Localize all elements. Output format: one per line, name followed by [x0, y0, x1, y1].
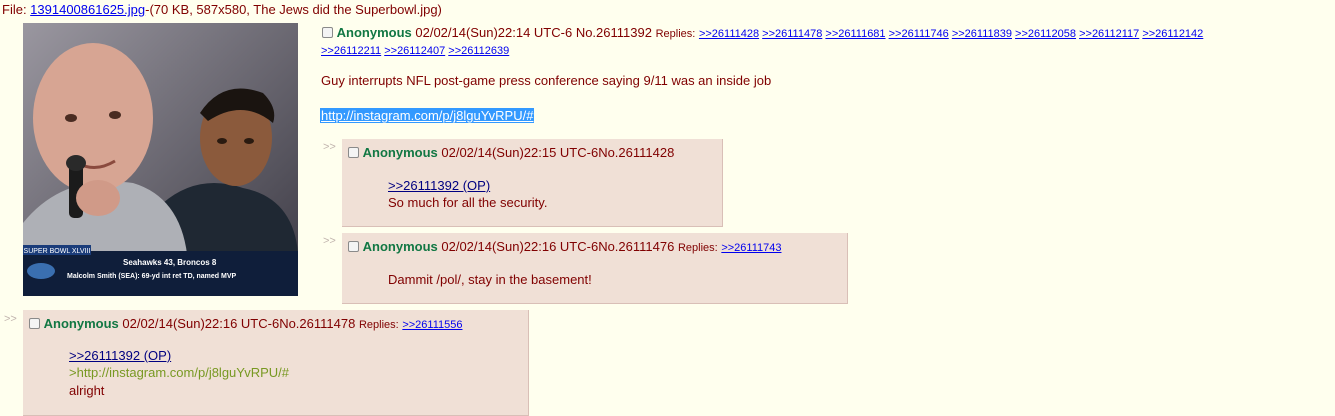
- reply-backlink[interactable]: >>26111743: [721, 242, 781, 254]
- op-message: Guy interrupts NFL post-game press confe…: [321, 73, 772, 88]
- reply-backlink[interactable]: >>26112058: [1015, 28, 1076, 40]
- reply-backlink[interactable]: >>26111839: [952, 28, 1012, 40]
- reply-backlink[interactable]: >>26112117: [1079, 28, 1139, 40]
- chyron-caption: Malcolm Smith (SEA): 69-yd int ret TD, n…: [67, 273, 237, 280]
- op-datetime: 02/02/14(Sun)22:14 UTC-6: [415, 25, 573, 40]
- reply-backlink[interactable]: >>26111746: [889, 28, 949, 40]
- op-replies-label: Replies:: [655, 28, 696, 40]
- reply-backlink[interactable]: >>26111478: [762, 28, 822, 40]
- thumbnail-photo: SUPER BOWL XLVIII Seahawks 43, Broncos 8…: [23, 23, 298, 296]
- reply-select-checkbox[interactable]: [348, 147, 359, 158]
- file-details: -(70 KB, 587x580, The Jews did the Super…: [145, 2, 442, 17]
- quote-link[interactable]: >>26111392 (OP): [388, 178, 490, 193]
- reply-select-checkbox[interactable]: [348, 241, 359, 252]
- reply-post-number[interactable]: No.26111478: [279, 316, 355, 331]
- reply-post-number[interactable]: No.26111428: [598, 145, 674, 160]
- reply-arrow: >>: [323, 235, 336, 247]
- file-link[interactable]: 1391400861625.jpg: [30, 2, 145, 17]
- reply-poster-name: Anonymous: [362, 239, 438, 254]
- reply-backlink[interactable]: >>26111681: [825, 28, 885, 40]
- reply-text: Dammit /pol/, stay in the basement!: [388, 272, 592, 287]
- reply-post-number[interactable]: No.26111476: [598, 239, 674, 254]
- op-header: Anonymous 02/02/14(Sun)22:14 UTC-6 No.26…: [322, 24, 1332, 43]
- reply-text: So much for all the security.: [388, 195, 548, 210]
- chyron-score: Seahawks 43, Broncos 8: [123, 258, 217, 267]
- op-poster-name: Anonymous: [336, 25, 412, 40]
- greentext-line: >http://instagram.com/p/j8lguYvRPU/#: [69, 365, 290, 380]
- reply-header: Anonymous 02/02/14(Sun)22:16 UTC-6No.261…: [29, 316, 462, 331]
- reply-replies-label: Replies:: [677, 242, 718, 254]
- reply-datetime: 02/02/14(Sun)22:16 UTC-6: [122, 316, 280, 331]
- reply-backlink[interactable]: >>26112639: [448, 45, 509, 57]
- reply-poster-name: Anonymous: [362, 145, 438, 160]
- reply-backlink[interactable]: >>26112407: [384, 45, 445, 57]
- reply-select-checkbox[interactable]: [29, 318, 40, 329]
- reply-post: Anonymous 02/02/14(Sun)22:16 UTC-6No.261…: [342, 233, 848, 304]
- op-thumbnail[interactable]: SUPER BOWL XLVIII Seahawks 43, Broncos 8…: [23, 23, 298, 296]
- op-instagram-link[interactable]: http://instagram.com/p/j8lguYvRPU/#: [320, 108, 535, 123]
- reply-post: Anonymous 02/02/14(Sun)22:16 UTC-6No.261…: [23, 310, 529, 416]
- chyron-title: SUPER BOWL XLVIII: [24, 248, 91, 255]
- reply-poster-name: Anonymous: [43, 316, 119, 331]
- op-post-number[interactable]: No.26111392: [576, 25, 652, 40]
- quote-link[interactable]: >>26111392 (OP): [69, 348, 171, 363]
- reply-post: Anonymous 02/02/14(Sun)22:15 UTC-6No.261…: [342, 139, 723, 227]
- reply-text: alright: [69, 383, 105, 398]
- reply-backlink[interactable]: >>26112142: [1142, 28, 1203, 40]
- reply-replies-label: Replies:: [358, 319, 399, 331]
- reply-backlink[interactable]: >>26111428: [699, 28, 759, 40]
- reply-backlink[interactable]: >>26111556: [402, 319, 462, 331]
- reply-backlink[interactable]: >>26112211: [321, 45, 381, 57]
- reply-arrow: >>: [4, 313, 17, 325]
- file-label: File:: [2, 2, 31, 17]
- reply-arrow: >>: [323, 141, 336, 153]
- file-info: File: 1391400861625.jpg-(70 KB, 587x580,…: [2, 2, 442, 17]
- reply-header: Anonymous 02/02/14(Sun)22:15 UTC-6No.261…: [348, 145, 674, 160]
- op-replies-continued: >>26112211 >>26112407 >>26112639: [321, 45, 509, 57]
- op-select-checkbox[interactable]: [322, 27, 333, 38]
- reply-datetime: 02/02/14(Sun)22:15 UTC-6: [441, 145, 599, 160]
- reply-datetime: 02/02/14(Sun)22:16 UTC-6: [441, 239, 599, 254]
- op-replies-list: >>26111428 >>26111478 >>26111681 >>26111…: [699, 28, 1203, 40]
- reply-header: Anonymous 02/02/14(Sun)22:16 UTC-6No.261…: [348, 239, 781, 254]
